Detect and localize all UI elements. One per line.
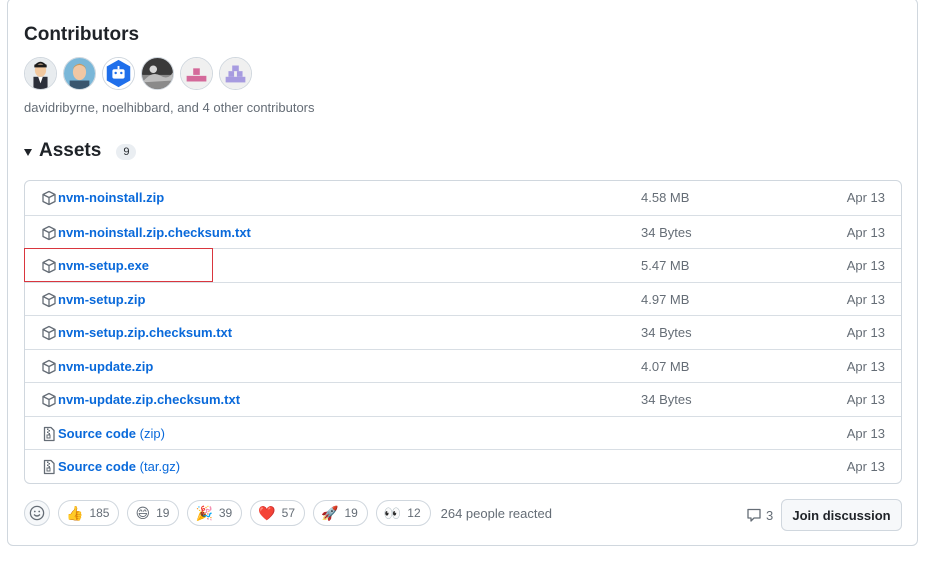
asset-ext-label: (zip) [139,425,165,441]
asset-link[interactable]: nvm-setup.exe [58,258,149,273]
asset-row: nvm-setup.zip.checksum.txt 34 Bytes Apr 13 [25,315,901,349]
reaction-count: 185 [89,506,110,520]
reaction-count: 19 [156,506,170,520]
package-icon [42,225,56,240]
asset-link[interactable]: Source code (tar.gz) [58,459,180,474]
reactions-summary: 264 people reacted [440,505,552,521]
asset-row: nvm-setup.exe 5.47 MB Apr 13 [25,248,901,282]
thumbs-up-icon: 👍 [66,505,84,521]
comments-count[interactable]: 3 [746,507,773,523]
asset-link[interactable]: nvm-noinstall.zip [58,190,164,205]
asset-link[interactable]: nvm-update.zip [58,359,153,374]
contributors-heading: Contributors [24,24,140,45]
asset-name-label: nvm-update.zip.checksum.txt [58,392,241,407]
asset-date: Apr 13 [846,358,885,374]
hooray-icon: 🎉 [195,505,213,521]
avatar-contributor-5[interactable] [180,57,213,90]
reaction-eyes-button[interactable]: 👀 12 [375,500,431,526]
asset-date: Apr 13 [846,190,885,205]
asset-date: Apr 13 [846,325,885,340]
assets-toggle[interactable]: Assets 9 [24,140,137,162]
reaction-hooray-button[interactable]: 🎉 39 [187,500,243,526]
asset-size: 34 Bytes [641,224,692,240]
contributor-avatars [24,57,252,90]
avatar-contributor-4[interactable] [141,57,174,90]
asset-ext-label: (tar.gz) [139,459,181,474]
asset-size: 4.58 MB [641,190,690,205]
avatar-bot[interactable] [102,57,135,90]
reaction-rocket-button[interactable]: 🚀 19 [313,500,368,526]
asset-size: 34 Bytes [641,392,692,407]
package-icon [42,392,56,408]
asset-name-label: nvm-setup.exe [58,258,150,273]
asset-date: Apr 13 [846,258,885,273]
assets-list: nvm-noinstall.zip 4.58 MB Apr 13 nvm-noinst… [24,180,902,484]
asset-date: Apr 13 [846,459,885,474]
asset-date: Apr 13 [846,291,885,307]
package-icon [42,258,56,274]
asset-row: nvm-update.zip 4.07 MB Apr 13 [25,348,901,383]
file-zip-icon [43,426,55,441]
file-zip-icon [43,459,55,475]
package-icon [42,190,56,206]
laugh-icon: 😄 [135,505,151,521]
assets-count-badge: 9 [116,144,137,160]
asset-row: nvm-setup.zip 4.97 MB Apr 13 [25,281,901,316]
reaction-count: 39 [218,506,233,520]
join-discussion-button[interactable]: Join discussion [781,499,902,531]
asset-name-label: nvm-update.zip [58,358,154,374]
asset-name-label: nvm-setup.zip [58,291,146,307]
avatar-noelhibbard[interactable] [63,57,96,90]
heart-icon: ❤️ [258,505,276,521]
asset-date: Apr 13 [846,425,885,441]
asset-link[interactable]: Source code (zip) [58,426,165,441]
reaction-count: 12 [407,506,421,520]
reaction-heart-button[interactable]: ❤️ 57 [250,500,306,526]
asset-date: Apr 13 [846,224,885,240]
avatar-contributor-6[interactable] [219,57,252,90]
assets-heading: Assets [39,140,102,161]
reaction-count: 57 [281,506,296,520]
package-icon [42,325,56,341]
asset-name-label: nvm-noinstall.zip [58,190,165,205]
asset-row: nvm-update.zip.checksum.txt 34 Bytes Apr 1… [25,382,901,416]
asset-link[interactable]: nvm-noinstall.zip.checksum.txt [58,225,251,240]
eyes-icon: 👀 [383,505,402,521]
asset-row: nvm-noinstall.zip 4.58 MB Apr 13 [25,181,901,215]
asset-size: 4.07 MB [641,358,690,374]
avatar-davidribyrne[interactable] [24,57,57,90]
comment-icon [747,508,761,522]
contributors-summary: davidribyrne, noelhibbard, and 4 other c… [24,100,315,115]
reaction-thumbs-up-button[interactable]: 👍 185 [58,500,120,526]
add-reaction-button[interactable] [24,500,50,526]
reaction-laugh-button[interactable]: 😄 19 [127,500,180,526]
asset-name-label: Source code [58,425,137,441]
package-icon [42,359,56,374]
triangle-down-icon [24,148,32,156]
asset-link[interactable]: nvm-update.zip.checksum.txt [58,392,240,407]
asset-size: 5.47 MB [641,258,690,273]
reactions-bar: 👍 185 😄 19 🎉 39 ❤️ 57 🚀 19 👀 12 264 people reacted [24,500,552,526]
asset-link[interactable]: nvm-setup.zip.checksum.txt [58,325,232,340]
asset-size: 34 Bytes [641,325,692,340]
asset-row: Source code (zip) Apr 13 [25,415,901,450]
comments-count-label: 3 [766,507,774,523]
asset-name-label: Source code [58,459,137,474]
asset-name-label: nvm-noinstall.zip.checksum.txt [58,224,251,240]
reaction-count: 19 [344,506,358,520]
package-icon [42,292,56,307]
asset-row: nvm-noinstall.zip.checksum.txt 34 Bytes Ap… [25,214,901,249]
smiley-icon [29,505,45,521]
rocket-icon: 🚀 [321,505,339,521]
asset-size: 4.97 MB [641,291,690,307]
asset-date: Apr 13 [846,392,885,407]
asset-link[interactable]: nvm-setup.zip [58,292,145,307]
asset-row: Source code (tar.gz) Apr 13 [25,449,901,483]
asset-name-label: nvm-setup.zip.checksum.txt [58,325,233,340]
